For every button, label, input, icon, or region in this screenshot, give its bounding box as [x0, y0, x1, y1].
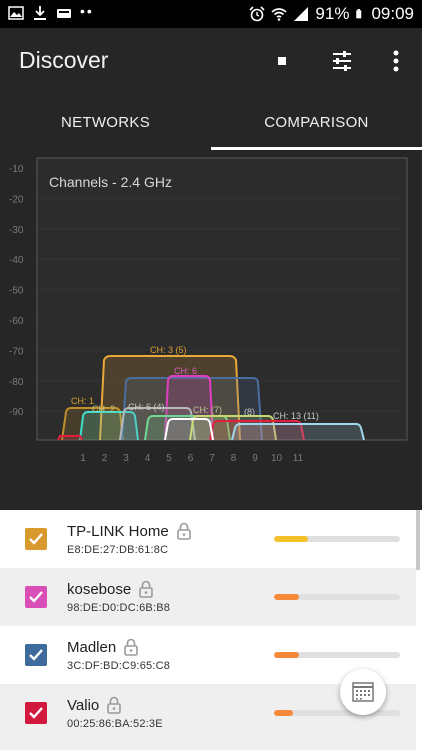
channel-curve-white	[164, 418, 214, 441]
graph-title: Channels - 2.4 GHz	[49, 174, 172, 190]
y-tick-label: -90	[9, 407, 24, 418]
x-tick-label: 10	[271, 453, 283, 464]
tab-comparison[interactable]: COMPARISON	[211, 94, 422, 150]
stop-icon	[278, 57, 286, 65]
signal-bar	[274, 594, 400, 600]
x-tick-label: 3	[123, 453, 129, 464]
y-tick-label: -80	[9, 377, 24, 388]
channel-graph-panel: -10 -20 -30 -40 -50 -60 -70 -80 -90 1 2 3 4 5 6 7 8 9 10 1…	[0, 150, 422, 639]
network-ssid-wrap: kosebose	[67, 580, 154, 598]
network-checkbox[interactable]	[25, 528, 47, 550]
filter-icon	[333, 51, 351, 71]
signal-bar	[274, 652, 400, 658]
network-checkbox[interactable]	[25, 644, 47, 666]
signal-bar	[274, 710, 400, 716]
channel-label: CH: 3 (5)	[150, 345, 187, 355]
network-mac: 00:25:86:BA:52:3E	[67, 718, 163, 730]
notification-icons: ••	[8, 3, 94, 21]
system-icons: 91% 09:09	[249, 4, 414, 24]
signal-bar	[274, 536, 400, 542]
clock: 09:09	[371, 4, 414, 23]
x-tick-label: 8	[231, 453, 237, 464]
channel-curve-ch13	[231, 423, 365, 441]
network-checkbox[interactable]	[25, 586, 47, 608]
wear-icon	[57, 9, 71, 18]
battery-percent: 91%	[315, 4, 350, 23]
x-tick-label: 9	[252, 453, 258, 464]
signal-bar-fill	[274, 594, 300, 600]
stop-button[interactable]	[265, 44, 299, 78]
network-ssid: kosebose	[67, 580, 132, 598]
overflow-icon	[393, 50, 399, 72]
channel-label: CH: (7)	[193, 405, 222, 415]
network-mac: E8:DE:27:DB:61:8C	[67, 544, 169, 556]
x-tick-label: 5	[166, 453, 172, 464]
channel-rating-fab[interactable]	[340, 669, 386, 715]
lock-icon	[124, 638, 139, 656]
lock-icon	[139, 580, 154, 598]
y-tick-label: -50	[9, 286, 24, 297]
signal-icon	[294, 7, 309, 21]
x-tick-label: 7	[209, 453, 215, 464]
y-tick-label: -10	[9, 164, 24, 175]
network-checkbox[interactable]	[25, 702, 47, 724]
download-icon	[34, 6, 46, 20]
x-tick-label: 1	[80, 453, 86, 464]
network-ssid-wrap: Madlen	[67, 638, 139, 656]
overflow-menu-button[interactable]	[379, 44, 413, 78]
app-bar: Discover	[0, 28, 422, 94]
y-axis: -10 -20 -30 -40 -50 -60 -70 -80 -90	[9, 164, 24, 418]
signal-bar-fill	[274, 652, 300, 658]
tab-networks[interactable]: NETWORKS	[0, 94, 211, 150]
network-ssid: Valio	[67, 696, 100, 714]
check-icon	[29, 591, 43, 603]
network-row[interactable]: TP-LINK Home E8:DE:27:DB:61:8C	[0, 510, 416, 568]
network-mac: 98:DE:D0:DC:6B:B8	[67, 602, 171, 614]
network-ssid: Madlen	[67, 638, 117, 656]
x-tick-label: 6	[188, 453, 194, 464]
network-row[interactable]: kosebose 98:DE:D0:DC:6B:B8	[0, 568, 416, 626]
check-icon	[29, 533, 43, 545]
signal-bar-fill	[274, 536, 309, 542]
network-ssid-wrap: TP-LINK Home	[67, 522, 191, 540]
calendar-grid-icon	[352, 682, 374, 702]
status-bar: •• 91% 09:09	[0, 0, 422, 28]
channel-label: (8)	[244, 407, 255, 417]
network-ssid: TP-LINK Home	[67, 522, 169, 540]
x-tick-label: 4	[145, 453, 151, 464]
channel-label: CH: 13 (11)	[273, 411, 319, 421]
y-tick-label: -70	[9, 346, 24, 357]
channel-label: CH: 6	[174, 366, 197, 376]
channel-graph[interactable]: -10-20-30-40-50-60-70-80-90 1 2 3 4 5 6 7 8 9 10 1…	[0, 150, 422, 480]
channel-label: CH: 1	[71, 396, 94, 406]
more-notifications-icon: ••	[80, 3, 94, 19]
channel-label: CH: 2	[92, 404, 115, 414]
alarm-icon	[249, 6, 265, 22]
scrollbar[interactable]	[416, 510, 420, 570]
y-tick-label: -30	[9, 225, 24, 236]
channel-label: CH: 6 (4)	[128, 402, 165, 412]
filter-button[interactable]	[325, 44, 359, 78]
y-tick-label: -20	[9, 194, 24, 205]
tab-bar: NETWORKS COMPARISON	[0, 94, 422, 150]
wifi-icon	[271, 8, 287, 21]
lock-icon	[107, 696, 122, 714]
image-icon	[8, 6, 24, 20]
x-tick-label: 11	[293, 453, 304, 464]
x-axis: 1 2 3 4 5 6 7 8 9 10 11	[80, 453, 303, 464]
y-tick-label: -40	[9, 255, 24, 266]
battery-icon	[356, 9, 362, 19]
lock-icon	[176, 522, 191, 540]
check-icon	[29, 649, 43, 661]
x-tick-label: 2	[102, 453, 108, 464]
check-icon	[29, 707, 43, 719]
y-tick-label: -60	[9, 316, 24, 327]
signal-bar-fill	[274, 710, 293, 716]
channel-curve-valio	[57, 435, 83, 441]
network-mac: 3C:DF:BD:C9:65:C8	[67, 660, 171, 672]
network-ssid-wrap: Valio	[67, 696, 122, 714]
app-title: Discover	[19, 47, 109, 73]
